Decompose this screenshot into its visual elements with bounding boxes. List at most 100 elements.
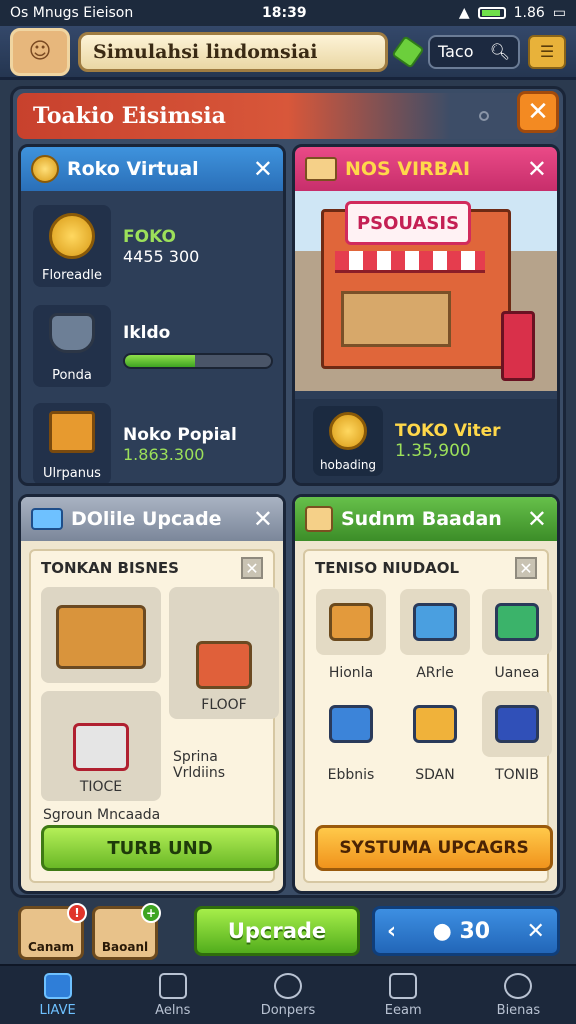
machine-icon bbox=[495, 705, 539, 743]
virtual-row-2-icon-box: Ponda bbox=[33, 305, 111, 387]
system-panel-header: Sudnm Baadan ✕ bbox=[295, 497, 557, 541]
tab-2[interactable]: Aelns bbox=[115, 966, 230, 1024]
battery-level: 1.86 bbox=[513, 5, 545, 21]
carrier-label: Os Mnugs Eieison bbox=[10, 5, 134, 21]
system-item-5[interactable]: SDAN bbox=[399, 691, 471, 783]
floof-label: FLOOF bbox=[201, 697, 247, 713]
tab-settings-label: Bienas bbox=[496, 1002, 541, 1018]
tab-4[interactable]: Eeam bbox=[346, 966, 461, 1024]
virtual-panel: Roko Virtual ✕ Floreadle FOKO 4455 300 P… bbox=[18, 144, 286, 486]
shop-value: 1.35,900 bbox=[395, 441, 471, 461]
target-box-icon bbox=[196, 641, 252, 689]
virtual-panel-title: Roko Virtual bbox=[67, 158, 199, 180]
system-item-3-art bbox=[482, 589, 552, 655]
main-title: Toakio Eisimsia bbox=[33, 103, 226, 129]
system-item-6-art bbox=[482, 691, 552, 757]
system-item-2[interactable]: ARrle bbox=[399, 589, 471, 681]
cart-label: TIOCE bbox=[79, 779, 123, 795]
tab-settings[interactable]: Bienas bbox=[461, 966, 576, 1024]
system-item-6[interactable]: TONIB bbox=[481, 691, 553, 783]
bag-action-button[interactable]: Baoanl + bbox=[92, 903, 161, 960]
game-title: Simulahsi lindomsiai bbox=[78, 31, 388, 72]
system-item-1-label: Hionla bbox=[328, 665, 374, 681]
system-item-4[interactable]: Ebbnis bbox=[315, 691, 387, 783]
upgrade-panel: DOlile Upcade ✕ TONKAN BISNES ✕ FLOOF TI… bbox=[18, 494, 286, 894]
tab-4-label: Eeam bbox=[384, 1002, 422, 1018]
counter-group: ● 30 bbox=[433, 919, 491, 944]
virtual-row-1-name: FOKO bbox=[123, 226, 176, 247]
main-header: Toakio Eisimsia bbox=[17, 93, 559, 139]
search-input[interactable]: Taco 🔍︎ bbox=[428, 34, 520, 69]
shop-panel-header: NOS VIRBAI ✕ bbox=[295, 147, 557, 191]
turbo-button[interactable]: TURB UND bbox=[41, 825, 279, 871]
signal-icon: ▲ bbox=[458, 5, 470, 21]
virtual-row-1[interactable]: Floreadle FOKO 4455 300 bbox=[33, 205, 277, 287]
spring-label: Sprina Vrldiins bbox=[173, 749, 226, 781]
system-item-3[interactable]: Uanea bbox=[481, 589, 553, 681]
system-panel-close-icon[interactable]: ✕ bbox=[527, 505, 547, 533]
avatar[interactable]: ☺ bbox=[10, 27, 70, 76]
shop-panel-close-icon[interactable]: ✕ bbox=[527, 155, 547, 183]
shop-panel: NOS VIRBAI ✕ PSOUASIS hobading TOKO Vite… bbox=[292, 144, 560, 486]
scanner-box-icon bbox=[413, 705, 457, 743]
virtual-row-3[interactable]: Ulrpanus Noko Popial 1.863.300 bbox=[33, 403, 277, 483]
system-panel-title: Sudnm Baadan bbox=[341, 508, 502, 530]
virtual-panel-close-icon[interactable]: ✕ bbox=[253, 155, 273, 183]
virtual-row-1-value: 4455 300 bbox=[123, 246, 200, 266]
box-stack-icon bbox=[329, 603, 373, 641]
upgrade-inner-close-icon[interactable]: ✕ bbox=[241, 557, 263, 579]
atm-machine-icon bbox=[501, 311, 535, 381]
system-upgrade-button[interactable]: SYSTUMA UPCAGRS bbox=[315, 825, 553, 871]
system-item-4-art bbox=[316, 691, 386, 757]
coin-stack-icon bbox=[329, 412, 367, 450]
crates-item[interactable] bbox=[41, 587, 161, 683]
shop-scene-image[interactable]: PSOUASIS bbox=[295, 191, 557, 391]
virtual-row-1-icon-label: Floreadle bbox=[42, 268, 102, 283]
virtual-row-2-icon-label: Ponda bbox=[52, 368, 92, 383]
shop-counter bbox=[341, 291, 451, 347]
main-close-button[interactable]: ✕ bbox=[517, 91, 559, 133]
shop-awning bbox=[335, 251, 485, 273]
virtual-row-2[interactable]: Ponda Ikldo bbox=[33, 305, 277, 387]
shop-name: TOKO Viter bbox=[395, 421, 501, 441]
tab-2-label: Aelns bbox=[155, 1002, 191, 1018]
battery-icon bbox=[477, 7, 506, 19]
virtual-row-2-progress-fill bbox=[125, 355, 196, 367]
upgrade-button[interactable]: Upcrade bbox=[194, 906, 360, 956]
upgrade-inner-panel: TONKAN BISNES ✕ FLOOF TIOCE Sprina Vrldi… bbox=[29, 549, 279, 883]
cart-item[interactable]: TIOCE bbox=[41, 691, 161, 801]
top-bar: ☺ Simulahsi lindomsiai Taco 🔍︎ ☰ bbox=[0, 26, 576, 80]
virtual-row-2-info: Ikldo bbox=[123, 323, 273, 369]
basket-icon bbox=[495, 603, 539, 641]
upgrade-panel-close-icon[interactable]: ✕ bbox=[253, 505, 273, 533]
system-inner-panel: TENISO NIUDAOL ✕ Hionla ARrle Uanea Ebbn… bbox=[303, 549, 553, 883]
search-text: Taco bbox=[438, 42, 474, 61]
search-icon: 🔍︎ bbox=[489, 42, 510, 61]
menu-button[interactable]: ☰ bbox=[528, 34, 566, 69]
hexagon-icon bbox=[274, 972, 302, 999]
system-item-5-art bbox=[400, 691, 470, 757]
info-dot-icon bbox=[479, 111, 489, 121]
board-icon bbox=[158, 972, 187, 999]
home-icon bbox=[43, 972, 72, 999]
bottom-action-bar: Canam ! Baoanl + Upcrade ‹ ● 30 ✕ bbox=[0, 902, 576, 964]
document-icon bbox=[389, 972, 418, 999]
camera-action-button[interactable]: Canam ! bbox=[18, 903, 87, 960]
tab-3[interactable]: Donpers bbox=[230, 966, 345, 1024]
shop-box-icon bbox=[305, 157, 337, 181]
counter-close-icon[interactable]: ✕ bbox=[527, 919, 545, 944]
upgrade-panel-title: DOlile Upcade bbox=[71, 508, 222, 530]
upgrade-inner-title: TONKAN BISNES bbox=[41, 559, 179, 577]
tab-home[interactable]: LIAVE bbox=[0, 966, 115, 1024]
system-inner-close-icon[interactable]: ✕ bbox=[515, 557, 537, 579]
system-panel: Sudnm Baadan ✕ TENISO NIUDAOL ✕ Hionla A… bbox=[292, 494, 560, 894]
floof-item[interactable]: FLOOF bbox=[169, 587, 279, 719]
system-item-4-label: Ebbnis bbox=[327, 767, 375, 783]
bag-action-label: Baoanl bbox=[101, 940, 149, 954]
system-item-1[interactable]: Hionla bbox=[315, 589, 387, 681]
virtual-row-3-icon-label: Ulrpanus bbox=[43, 466, 101, 481]
magnifier-icon bbox=[305, 506, 333, 532]
back-chevron-icon[interactable]: ‹ bbox=[387, 919, 396, 944]
coin-stack-box: hobading bbox=[313, 406, 383, 476]
system-item-2-art bbox=[400, 589, 470, 655]
